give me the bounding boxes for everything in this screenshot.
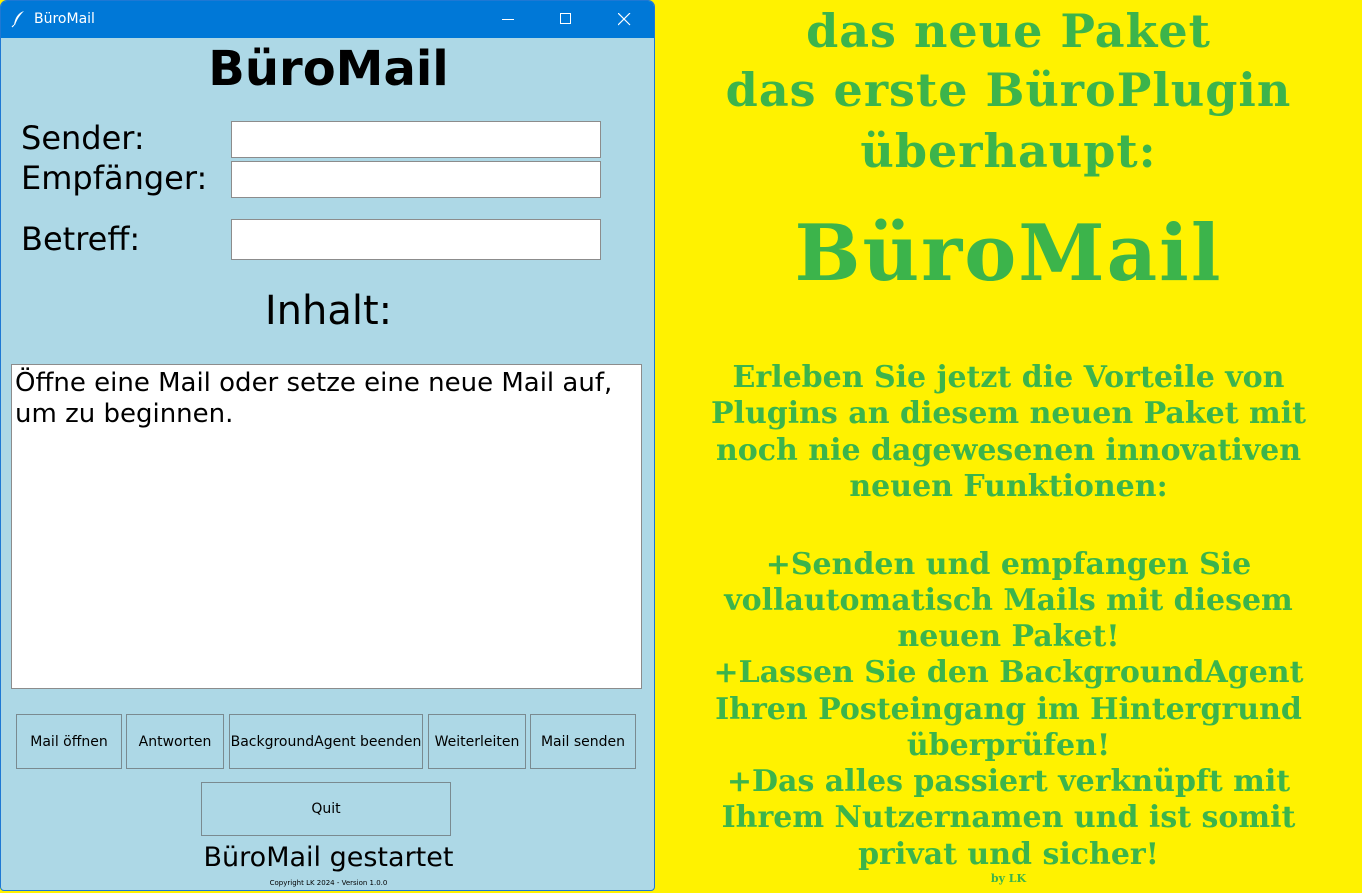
content-label: Inhalt: [264,288,393,334]
subject-label: Betreff: [21,220,141,258]
ad-headline-line: das neue Paket [806,4,1211,58]
window-title: BüroMail [34,11,95,27]
ad-feature-line: +Das alles passiert verknüpft mit [726,764,1291,799]
reply-button[interactable]: Antworten [126,714,224,769]
recipient-label: Empfänger: [21,159,208,197]
ad-feature-line: +Senden und empfangen Sie [765,547,1252,582]
ad-feature-line: privat und sicher! [858,837,1159,872]
recipient-input[interactable] [231,161,601,198]
buromail-window: BüroMail BüroMail Sender: Empfänger: Bet… [0,0,655,891]
advertisement-panel: das neue Paket das erste BüroPlugin über… [655,0,1362,893]
maximize-icon[interactable] [537,1,595,38]
ad-intro-line: Plugins an diesem neuen Paket mit [710,396,1307,431]
ad-feature-line: Ihren Posteingang im Hintergrund [715,692,1302,727]
status-text: BüroMail gestartet [203,842,454,873]
stop-background-agent-button[interactable]: BackgroundAgent beenden [229,714,423,769]
send-mail-button[interactable]: Mail senden [530,714,636,769]
ad-feature-line: Ihrem Nutzernamen und ist somit [721,800,1296,835]
open-mail-button[interactable]: Mail öffnen [16,714,122,769]
ad-headline-line: überhaupt: [860,124,1157,178]
ad-byline: by LK [990,872,1027,885]
title-bar[interactable]: BüroMail [1,1,654,38]
ad-intro-line: Erleben Sie jetzt die Vorteile von [732,360,1285,395]
ad-feature-line: +Lassen Sie den BackgroundAgent [713,655,1304,690]
subject-input[interactable] [231,219,601,260]
copyright-text: Copyright LK 2024 - Version 1.0.0 [269,879,388,887]
feather-icon [11,10,27,28]
ad-brand: BüroMail [794,208,1223,299]
ad-intro-line: neuen Funktionen: [849,469,1168,504]
quit-button[interactable]: Quit [201,782,451,836]
sender-label: Sender: [21,119,145,157]
sender-input[interactable] [231,121,601,158]
ad-headline-line: das erste BüroPlugin [725,63,1292,117]
minimize-icon[interactable] [479,1,537,38]
close-icon[interactable] [595,1,653,38]
ad-intro-line: noch nie dagewesenen innovativen [715,433,1302,468]
ad-feature-line: neuen Paket! [897,619,1120,654]
app-heading: BüroMail [208,41,449,97]
ad-feature-line: überprüfen! [906,728,1111,763]
forward-button[interactable]: Weiterleiten [428,714,526,769]
ad-feature-line: vollautomatisch Mails mit diesem [724,583,1293,618]
content-textarea[interactable]: Öffne eine Mail oder setze eine neue Mai… [11,364,642,689]
